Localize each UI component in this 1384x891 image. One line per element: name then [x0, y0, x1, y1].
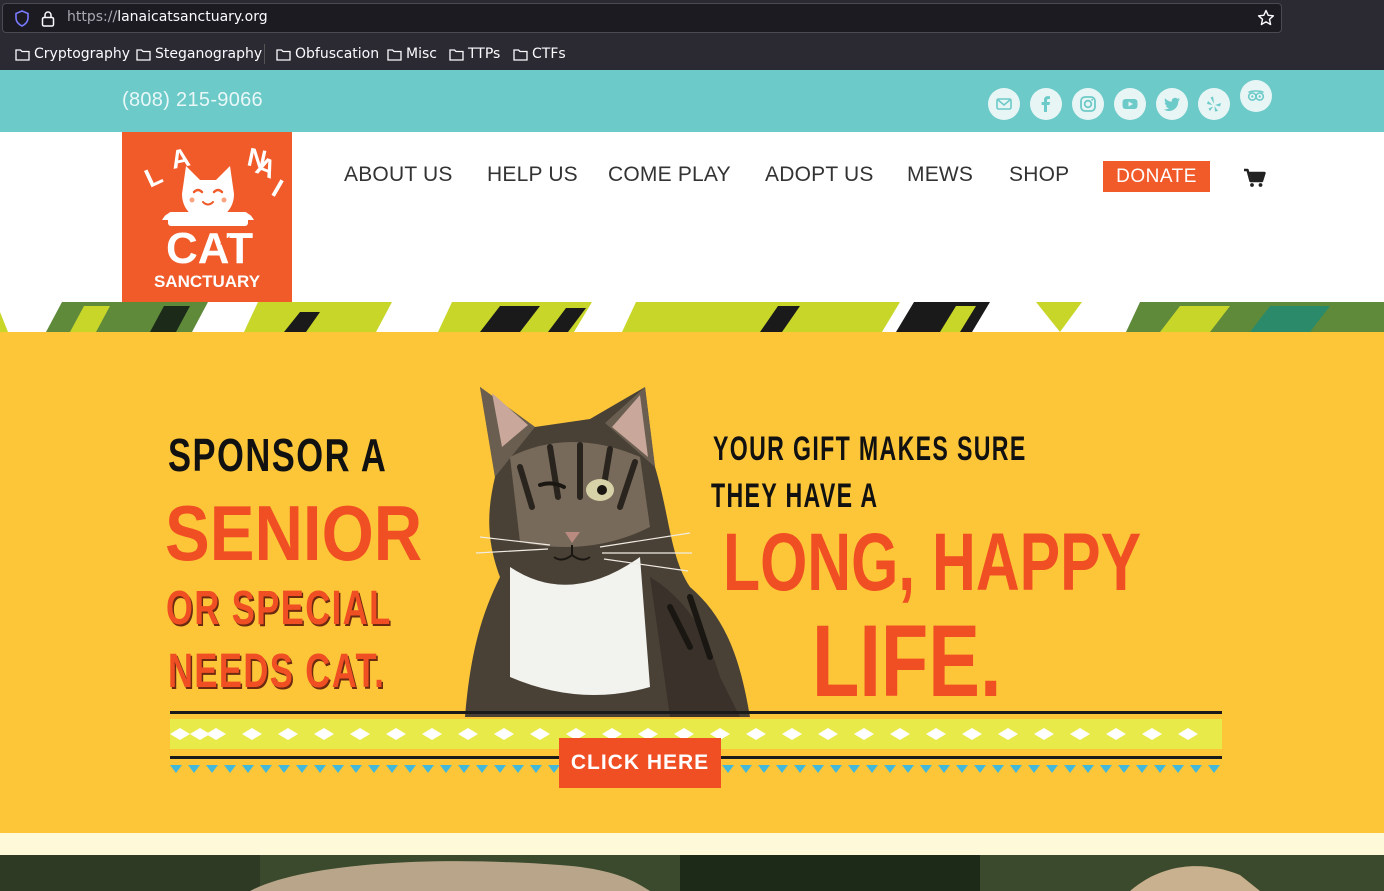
- youtube-icon[interactable]: [1114, 88, 1146, 120]
- bookmark-obfuscation[interactable]: Obfuscation: [276, 44, 379, 64]
- folder-icon: [513, 48, 528, 61]
- folder-icon: [276, 48, 291, 61]
- click-here-button[interactable]: CLICK HERE: [559, 738, 721, 788]
- nav-shop[interactable]: SHOP: [1009, 163, 1069, 187]
- bookmark-star-icon[interactable]: [1257, 9, 1275, 27]
- facebook-icon[interactable]: [1030, 88, 1062, 120]
- url-scheme: https://: [67, 9, 118, 25]
- shield-icon[interactable]: [14, 10, 30, 27]
- nav-help-us[interactable]: HELP US: [487, 163, 578, 187]
- bookmark-label: Misc: [406, 46, 437, 62]
- bookmark-label: TTPs: [468, 46, 501, 62]
- section-divider: [0, 833, 1384, 855]
- lucky-cat-logo: L A N A I CAT SANCTUARY: [140, 142, 288, 291]
- svg-text:L: L: [140, 159, 167, 193]
- url-host: lanaicatsanctuary.org: [117, 9, 268, 25]
- decorative-pattern-strip: [0, 302, 1384, 332]
- phone-number[interactable]: (808) 215-9066: [122, 89, 263, 112]
- folder-icon: [15, 48, 30, 61]
- bookmark-ctfs[interactable]: CTFs: [513, 44, 566, 64]
- twitter-icon[interactable]: [1156, 88, 1188, 120]
- sponsor-hero-banner[interactable]: SPONSOR A SENIOR OR SPECIAL NEEDS CAT. Y…: [0, 332, 1384, 833]
- bookmark-misc[interactable]: Misc: [387, 44, 437, 64]
- lock-icon[interactable]: [41, 10, 55, 27]
- nav-come-play[interactable]: COME PLAY: [608, 163, 731, 187]
- bookmark-label: Cryptography: [34, 46, 131, 62]
- url-text[interactable]: https://lanaicatsanctuary.org: [67, 9, 268, 25]
- bookmark-cryptography[interactable]: Cryptography: [15, 44, 130, 64]
- nav-mews[interactable]: MEWS: [907, 163, 973, 187]
- folder-icon: [136, 48, 151, 61]
- next-section-photo: [0, 855, 1384, 891]
- hero-sponsor-a: SPONSOR A: [168, 429, 388, 481]
- hero-life: LIFE.: [812, 604, 1002, 718]
- hero-or-special: OR SPECIAL: [166, 582, 392, 635]
- tripadvisor-icon[interactable]: [1240, 80, 1272, 112]
- logo-text-cat: CAT: [166, 224, 253, 273]
- bookmark-ttps[interactable]: TTPs: [449, 44, 500, 64]
- bookmark-label: Steganography: [155, 46, 263, 62]
- mail-icon[interactable]: [988, 88, 1020, 120]
- hero-long-happy: LONG, HAPPY: [723, 517, 1142, 608]
- address-bar[interactable]: https://lanaicatsanctuary.org: [2, 3, 1282, 33]
- bookmarks-bar: : Cryptography Steganography Obfuscation…: [0, 40, 1384, 98]
- top-info-bar: (808) 215-9066: [0, 70, 1384, 132]
- hero-needs-cat: NEEDS CAT.: [168, 645, 386, 698]
- folder-icon: [387, 48, 402, 61]
- site-header: L A N A I CAT SANCTUARY ABOUT US HELP US…: [0, 132, 1384, 302]
- cart-icon[interactable]: [1243, 168, 1267, 188]
- yelp-icon[interactable]: [1198, 88, 1230, 120]
- bookmark-steganography[interactable]: Steganography: [136, 44, 262, 64]
- site-logo[interactable]: L A N A I CAT SANCTUARY: [122, 132, 292, 302]
- folder-icon: [449, 48, 464, 61]
- nav-about-us[interactable]: ABOUT US: [344, 163, 453, 187]
- logo-text-sanctuary: SANCTUARY: [154, 272, 261, 291]
- hero-senior: SENIOR: [165, 489, 423, 577]
- bookmark-label: Obfuscation: [295, 46, 380, 62]
- donate-button[interactable]: DONATE: [1103, 161, 1210, 192]
- browser-chrome: https://lanaicatsanctuary.org : Cryptogr…: [0, 0, 1384, 98]
- instagram-icon[interactable]: [1072, 88, 1104, 120]
- bookmark-separator: [264, 44, 265, 64]
- hero-they-have-a: THEY HAVE A: [711, 477, 879, 515]
- hero-your-gift: YOUR GIFT MAKES SURE: [713, 430, 1027, 468]
- tabby-cat-image: [465, 387, 750, 717]
- nav-adopt-us[interactable]: ADOPT US: [765, 163, 874, 187]
- bookmark-label: CTFs: [532, 46, 566, 62]
